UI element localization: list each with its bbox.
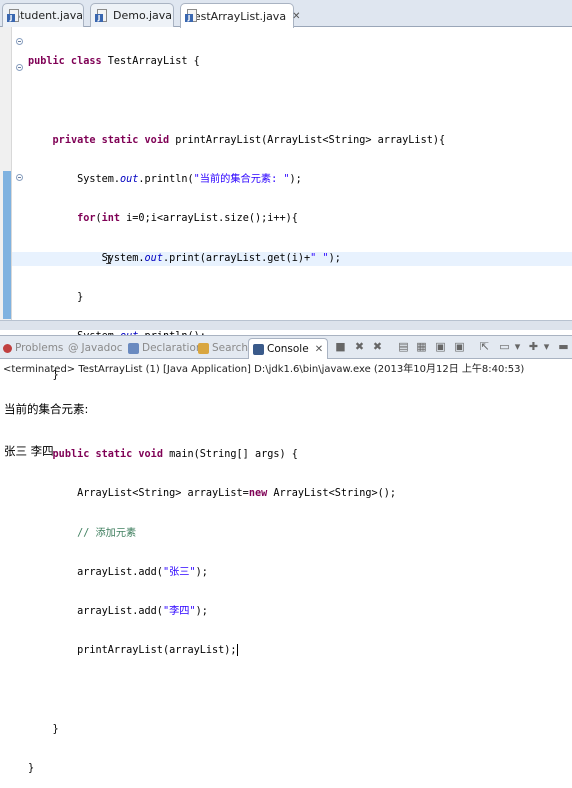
console-output[interactable]: 当前的集合元素: 张三 李四 [4,374,88,472]
declaration-icon [128,342,139,354]
tab-label: TestArrayList.java [189,9,287,23]
code-line: private static void printArrayList(Array… [52,134,446,146]
code-line: printArrayList(arrayList); [77,644,238,657]
output-line: 当前的集合元素: [4,402,89,416]
at-icon: @ [68,342,79,354]
close-icon[interactable]: ✕ [315,344,323,355]
tab-label: Demo.java [113,9,173,22]
remove-all-icon[interactable]: ✖ [371,340,384,353]
code-line: } [28,763,35,775]
code-line: public class TestArrayList { [28,56,200,68]
output-line: 张三 李四 [4,444,54,458]
java-file-icon: J [95,8,109,23]
java-file-icon: J [7,8,19,23]
console-status-line: <terminated> TestArrayList (1) [Java App… [3,364,525,375]
code-line: for(int i=0;i<arrayList.size();i++){ [77,213,298,225]
text-caret [236,644,238,657]
code-line: arrayList.add("张三"); [77,566,208,578]
pin-console-icon[interactable]: ⇱ [478,340,491,353]
tab-label: Student.java [13,9,83,22]
tab-problems[interactable]: Problems [3,339,63,357]
remove-launch-icon[interactable]: ✖ [353,340,366,353]
close-icon[interactable]: ✕ [292,11,300,22]
fold-icon[interactable] [16,174,23,181]
clear-console-icon[interactable]: ▤ [397,340,410,353]
show-on-stderr-icon[interactable]: ▣ [453,340,466,353]
chevron-down-icon[interactable]: ▾ [511,340,524,353]
fold-icon[interactable] [16,64,23,71]
problems-icon [3,343,12,353]
code-line: System.out.println("当前的集合元素: "); [77,174,302,186]
code-line: ArrayList<String> arrayList=new ArrayLis… [77,488,397,500]
editor-tab-bar: J Student.java J Demo.java J TestArrayLi… [0,0,572,28]
new-console-icon[interactable]: ✚ [527,340,540,353]
change-marker [3,171,11,319]
tab-console[interactable]: Console ✕ [248,338,329,359]
code-line: public static void main(String[] args) { [52,449,298,460]
code-line: } [77,291,84,303]
tab-student-java[interactable]: J Student.java [2,3,84,27]
search-icon [198,342,209,354]
code-line: arrayList.add("李四"); [77,606,208,618]
tab-declaration[interactable]: Declaration [128,339,203,357]
chevron-down-icon[interactable]: ▾ [540,340,553,353]
editor-horizontal-scrollbar[interactable] [0,320,572,330]
i-beam-cursor-icon: I [105,253,113,267]
scroll-lock-icon[interactable]: ▦ [415,340,428,353]
editor-gutter [0,27,12,320]
code-editor[interactable]: public class TestArrayList { private sta… [28,29,445,788]
console-icon [253,343,264,355]
tab-testarraylist-java[interactable]: J TestArrayList.java ✕ [180,3,300,28]
code-line: System.out.print(arrayList.get(i)+" "); [101,252,341,264]
fold-icon[interactable] [16,38,23,45]
tab-search[interactable]: Search [198,339,248,357]
show-on-stdout-icon[interactable]: ▣ [434,340,447,353]
code-line: } [52,723,59,735]
code-line: // 添加元素 [77,527,137,539]
display-console-icon[interactable]: ▭ [498,340,511,353]
terminate-icon[interactable]: ■ [334,340,347,353]
tab-javadoc[interactable]: @ Javadoc [68,339,123,357]
tab-demo-java[interactable]: J Demo.java [90,3,174,27]
minimize-icon[interactable]: ▬ [557,340,570,353]
